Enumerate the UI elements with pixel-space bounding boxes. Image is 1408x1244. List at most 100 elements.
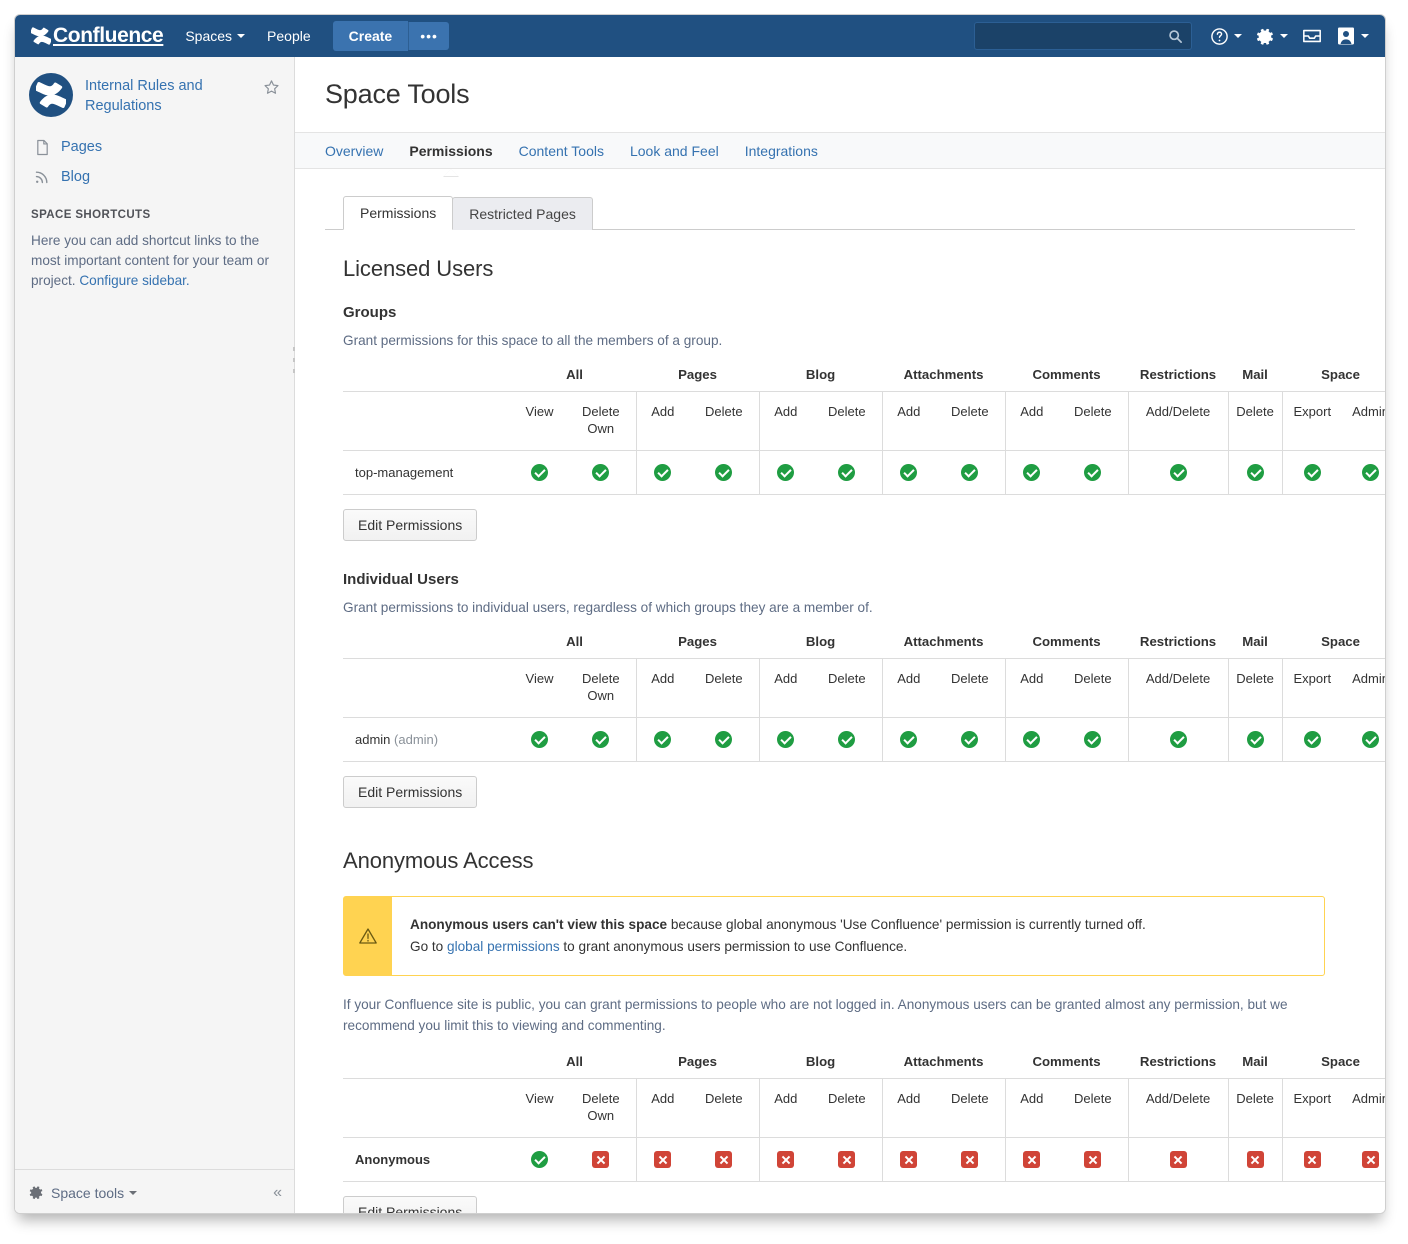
- perm-cell[interactable]: [566, 450, 637, 496]
- space-avatar[interactable]: [29, 73, 73, 117]
- perm-cell[interactable]: [513, 717, 566, 763]
- perm-cell[interactable]: [1128, 450, 1229, 496]
- column-header-attachments-add: Add: [882, 391, 936, 451]
- table-row: admin (admin): [343, 717, 1385, 763]
- edit-permissions-button-anonymous[interactable]: Edit Permissions: [343, 1196, 478, 1213]
- column-header-all-delete-own: Delete Own: [566, 391, 637, 451]
- column-header-restrictions: Add/Delete: [1128, 658, 1229, 719]
- tab-look-and-feel[interactable]: Look and Feel: [630, 143, 719, 159]
- nav-item-people[interactable]: People: [267, 28, 311, 44]
- column-header-blog-delete: Delete: [812, 391, 883, 451]
- user-profile-icon[interactable]: [1336, 26, 1369, 46]
- group-header-attachments: Attachments: [903, 367, 984, 382]
- tab-permissions[interactable]: Permissions: [409, 143, 493, 177]
- perm-cell[interactable]: [882, 717, 936, 763]
- perm-cell[interactable]: [1228, 450, 1283, 496]
- perm-cell[interactable]: [882, 1137, 936, 1183]
- anonymous-permissions-table: All Pages Blog Attachments Comments Rest…: [343, 1054, 1385, 1183]
- perm-cell[interactable]: [689, 1137, 760, 1183]
- column-header-attachments-delete: Delete: [935, 1078, 1006, 1139]
- perm-cell[interactable]: [1058, 450, 1129, 496]
- browser-window: Confluence Spaces People Create ••• Inte…: [14, 14, 1386, 1214]
- settings-gear-icon[interactable]: [1256, 27, 1288, 46]
- perm-cell[interactable]: [759, 450, 813, 496]
- create-button[interactable]: Create: [332, 21, 409, 51]
- space-name-link[interactable]: Internal Rules and Regulations: [85, 73, 257, 116]
- space-tools-tabs: Overview Permissions Content Tools Look …: [295, 132, 1385, 177]
- column-header-blog-delete: Delete: [812, 1078, 883, 1139]
- tab-overview[interactable]: Overview: [325, 143, 383, 159]
- perm-cell[interactable]: [1282, 1137, 1343, 1183]
- tab-content-tools[interactable]: Content Tools: [519, 143, 604, 159]
- perm-cell[interactable]: [1058, 717, 1129, 763]
- perm-cell[interactable]: [1128, 1137, 1229, 1183]
- table-row: Anonymous: [343, 1137, 1385, 1183]
- edit-permissions-button-groups[interactable]: Edit Permissions: [343, 509, 478, 542]
- permission-granted-icon: [1246, 464, 1264, 482]
- perm-cell[interactable]: [566, 717, 637, 763]
- permission-granted-icon: [900, 731, 918, 749]
- global-permissions-link[interactable]: global permissions: [447, 939, 560, 954]
- space-tools-button[interactable]: Space tools: [29, 1185, 138, 1201]
- column-header-name: [343, 658, 513, 719]
- nav-item-spaces[interactable]: Spaces: [185, 28, 246, 44]
- column-header-all-view: View: [513, 391, 566, 451]
- perm-cell[interactable]: [935, 717, 1006, 763]
- perm-cell[interactable]: [1342, 1137, 1385, 1183]
- edit-permissions-button-individuals[interactable]: Edit Permissions: [343, 776, 478, 809]
- perm-cell[interactable]: [513, 450, 566, 496]
- permission-granted-icon: [654, 464, 672, 482]
- create-more-button[interactable]: •••: [408, 22, 449, 50]
- search-box[interactable]: [974, 22, 1192, 50]
- group-header-restrictions: Restrictions: [1139, 1054, 1217, 1070]
- perm-cell[interactable]: [935, 450, 1006, 496]
- perm-cell[interactable]: [882, 450, 936, 496]
- perm-cell[interactable]: [759, 717, 813, 763]
- perm-cell[interactable]: [1005, 717, 1059, 763]
- perm-cell[interactable]: [812, 1137, 883, 1183]
- permission-denied-icon: [1303, 1151, 1321, 1169]
- perm-cell[interactable]: [566, 1137, 637, 1183]
- perm-cell[interactable]: [1282, 450, 1343, 496]
- notifications-inbox-icon[interactable]: [1302, 27, 1322, 45]
- star-outline-icon[interactable]: [263, 79, 280, 101]
- search-input[interactable]: [975, 23, 1191, 49]
- permission-granted-icon: [961, 464, 979, 482]
- chevron-down-icon: [1280, 34, 1288, 38]
- perm-cell[interactable]: [759, 1137, 813, 1183]
- subtab-permissions[interactable]: Permissions: [343, 196, 454, 230]
- perm-cell[interactable]: [1058, 1137, 1129, 1183]
- sidebar-item-blog[interactable]: Blog: [29, 163, 280, 191]
- row-name-anonymous: Anonymous: [343, 1137, 513, 1183]
- perm-cell[interactable]: [1228, 717, 1283, 763]
- perm-cell[interactable]: [689, 450, 760, 496]
- perm-cell[interactable]: [1128, 717, 1229, 763]
- perm-cell[interactable]: [935, 1137, 1006, 1183]
- perm-cell[interactable]: [636, 717, 690, 763]
- help-icon[interactable]: [1210, 27, 1242, 46]
- perm-cell[interactable]: [1228, 1137, 1283, 1183]
- perm-cell[interactable]: [689, 717, 760, 763]
- group-header-all: All: [566, 367, 583, 382]
- perm-cell[interactable]: [812, 717, 883, 763]
- body-layout: Internal Rules and Regulations Pages Blo…: [15, 57, 1385, 1213]
- warning-line-2: Go to global permissions to grant anonym…: [410, 936, 1146, 958]
- perm-cell[interactable]: [513, 1137, 566, 1183]
- subtab-restricted-pages[interactable]: Restricted Pages: [452, 197, 593, 230]
- perm-cell[interactable]: [1005, 1137, 1059, 1183]
- anonymous-access-heading: Anonymous Access: [343, 848, 534, 874]
- perm-cell[interactable]: [1005, 450, 1059, 496]
- collapse-sidebar-icon[interactable]: «: [273, 1184, 282, 1202]
- perm-cell[interactable]: [1282, 717, 1343, 763]
- perm-cell[interactable]: [1342, 717, 1385, 763]
- tab-integrations[interactable]: Integrations: [745, 143, 818, 159]
- perm-cell[interactable]: [636, 450, 690, 496]
- permission-denied-icon: [1246, 1151, 1264, 1169]
- perm-cell[interactable]: [636, 1137, 690, 1183]
- confluence-logo[interactable]: Confluence: [31, 24, 164, 48]
- perm-cell[interactable]: [812, 450, 883, 496]
- perm-cell[interactable]: [1342, 450, 1385, 496]
- sidebar-item-pages[interactable]: Pages: [29, 133, 280, 161]
- configure-sidebar-link[interactable]: Configure sidebar.: [79, 273, 189, 288]
- column-header-comments-add: Add: [1005, 391, 1059, 451]
